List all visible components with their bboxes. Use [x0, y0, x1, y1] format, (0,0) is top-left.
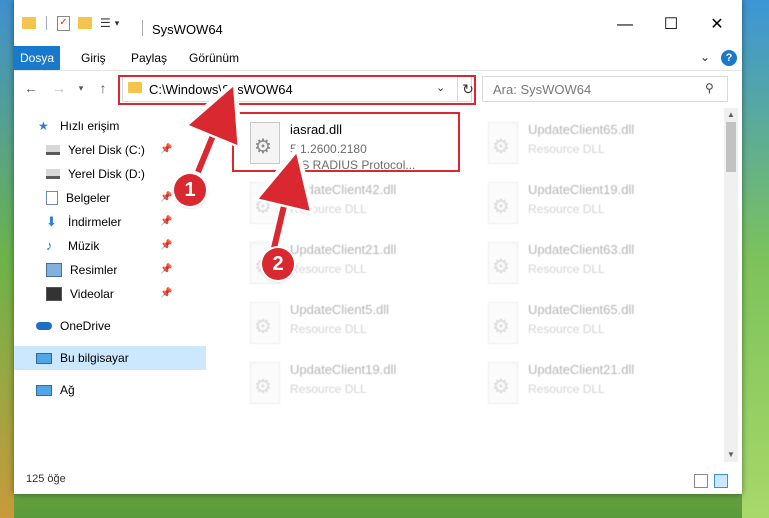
- callout-2: 2: [262, 248, 294, 280]
- arrow-2: [274, 172, 292, 249]
- callout-arrows: [0, 0, 769, 253]
- arrow-1: [198, 104, 226, 174]
- callout-1: 1: [174, 174, 206, 206]
